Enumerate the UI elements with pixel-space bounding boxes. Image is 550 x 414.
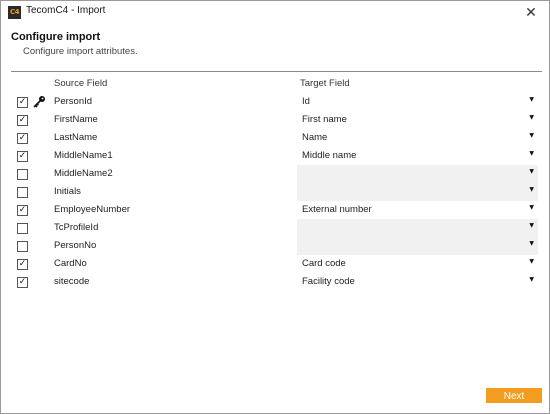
source-field-label: EmployeeNumber — [54, 204, 131, 215]
mapping-row: TcProfileId ▼ — [1, 219, 549, 237]
mapping-row: ✓ FirstName First name ▼ — [1, 111, 549, 129]
mapping-list: ✓ PersonId Id ▼ ✓ FirstName First name ▼ ✓ LastNa… — [1, 93, 549, 291]
mapping-row: ✓ MiddleName1 Middle name ▼ — [1, 147, 549, 165]
chevron-down-icon[interactable]: ▼ — [529, 168, 534, 175]
include-checkbox[interactable]: ✓ — [17, 133, 28, 144]
source-field-label: sitecode — [54, 276, 90, 287]
mapping-row: Initials ▼ — [1, 183, 549, 201]
include-checkbox[interactable] — [17, 187, 28, 198]
target-field-select[interactable]: Card code ▼ — [297, 255, 538, 273]
target-field-select[interactable]: Middle name ▼ — [297, 147, 538, 165]
page-subtitle: Configure import attributes. — [23, 46, 138, 57]
target-field-value: Card code — [302, 258, 346, 269]
mapping-row: ✓ EmployeeNumber External number ▼ — [1, 201, 549, 219]
mapping-row: MiddleName2 ▼ — [1, 165, 549, 183]
include-checkbox[interactable]: ✓ — [17, 277, 28, 288]
chevron-down-icon[interactable]: ▼ — [529, 240, 534, 247]
chevron-down-icon[interactable]: ▼ — [529, 96, 534, 103]
include-checkbox[interactable] — [17, 223, 28, 234]
close-icon[interactable]: ✕ — [519, 2, 543, 22]
target-field-value: Name — [302, 132, 328, 143]
source-field-label: Initials — [54, 186, 81, 197]
target-field-select[interactable]: ▼ — [297, 183, 538, 201]
include-checkbox[interactable] — [17, 169, 28, 180]
include-checkbox[interactable]: ✓ — [17, 115, 28, 126]
header-divider — [11, 71, 542, 72]
mapping-row: ✓ PersonId Id ▼ — [1, 93, 549, 111]
mapping-row: ✓ sitecode Facility code ▼ — [1, 273, 549, 291]
chevron-down-icon[interactable]: ▼ — [529, 186, 534, 193]
target-field-select[interactable]: Name ▼ — [297, 129, 538, 147]
source-field-label: CardNo — [54, 258, 87, 269]
target-field-value: First name — [302, 114, 347, 125]
target-field-select[interactable]: First name ▼ — [297, 111, 538, 129]
source-field-label: MiddleName2 — [54, 168, 113, 179]
mapping-row: PersonNo ▼ — [1, 237, 549, 255]
window-title: TecomC4 - Import — [26, 5, 106, 16]
source-field-label: PersonId — [54, 96, 93, 107]
page-title: Configure import — [11, 31, 101, 43]
mapping-row: ✓ LastName Name ▼ — [1, 129, 549, 147]
chevron-down-icon[interactable]: ▼ — [529, 150, 534, 157]
target-field-column-header: Target Field — [300, 78, 350, 89]
chevron-down-icon[interactable]: ▼ — [529, 114, 534, 121]
include-checkbox[interactable]: ✓ — [17, 151, 28, 162]
target-field-value: Facility code — [302, 276, 355, 287]
include-checkbox[interactable]: ✓ — [17, 205, 28, 216]
source-field-column-header: Source Field — [54, 78, 108, 89]
include-checkbox[interactable]: ✓ — [17, 259, 28, 270]
target-field-select[interactable]: External number ▼ — [297, 201, 538, 219]
source-field-label: FirstName — [54, 114, 98, 125]
target-field-value: External number — [302, 204, 372, 215]
chevron-down-icon[interactable]: ▼ — [529, 132, 534, 139]
chevron-down-icon[interactable]: ▼ — [529, 222, 534, 229]
target-field-value: Middle name — [302, 150, 357, 161]
target-field-value: Id — [302, 96, 310, 107]
source-field-label: MiddleName1 — [54, 150, 113, 161]
target-field-select[interactable]: ▼ — [297, 219, 538, 237]
import-dialog: C4 TecomC4 - Import ✕ Configure import C… — [0, 0, 550, 414]
chevron-down-icon[interactable]: ▼ — [529, 276, 534, 283]
app-logo-icon: C4 — [8, 6, 21, 19]
target-field-select[interactable]: ▼ — [297, 237, 538, 255]
source-field-label: TcProfileId — [54, 222, 99, 233]
key-icon — [33, 96, 45, 108]
mapping-row: ✓ CardNo Card code ▼ — [1, 255, 549, 273]
target-field-select[interactable]: ▼ — [297, 165, 538, 183]
source-field-label: LastName — [54, 132, 98, 143]
source-field-label: PersonNo — [54, 240, 97, 251]
chevron-down-icon[interactable]: ▼ — [529, 258, 534, 265]
target-field-select[interactable]: Facility code ▼ — [297, 273, 538, 291]
title-bar: C4 TecomC4 - Import ✕ — [1, 1, 549, 23]
include-checkbox[interactable]: ✓ — [17, 97, 28, 108]
next-button[interactable]: Next — [486, 388, 542, 403]
include-checkbox[interactable] — [17, 241, 28, 252]
target-field-select[interactable]: Id ▼ — [297, 93, 538, 111]
chevron-down-icon[interactable]: ▼ — [529, 204, 534, 211]
